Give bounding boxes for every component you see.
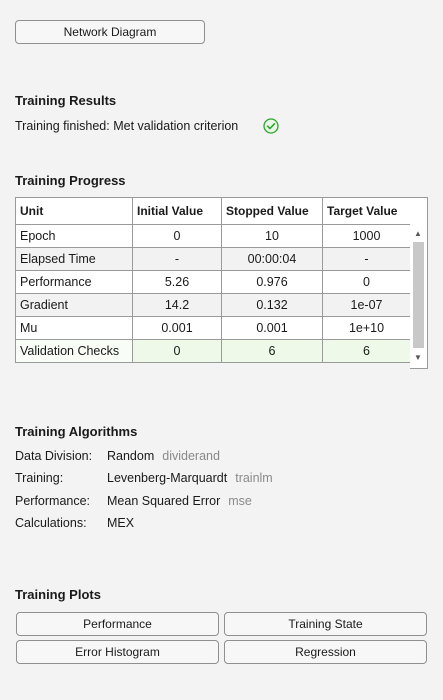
check-circle-icon <box>263 118 279 134</box>
row-initial-value: 0 <box>132 339 222 363</box>
calculations-value: MEX <box>107 516 134 530</box>
scrollbar-thumb[interactable] <box>413 242 424 348</box>
performance-plot-button[interactable]: Performance <box>16 612 219 636</box>
calculations-label: Calculations: <box>15 516 87 530</box>
training-state-plot-button[interactable]: Training State <box>224 612 427 636</box>
training-value: Levenberg-Marquardt trainlm <box>107 471 273 485</box>
column-header-initial: Initial Value <box>132 197 222 225</box>
training-status-text: Training finished: Met validation criter… <box>15 119 239 133</box>
calculations-method: MEX <box>107 516 135 530</box>
training-progress-table: Unit Initial Value Stopped Value Target … <box>15 197 411 363</box>
training-algorithms-title: Training Algorithms <box>15 424 138 439</box>
table-row: Mu 0.001 0.001 1e+10 <box>15 316 411 340</box>
row-unit: Mu <box>15 316 133 340</box>
network-diagram-button[interactable]: Network Diagram <box>15 20 205 44</box>
scroll-up-arrow-icon[interactable]: ▲ <box>414 229 422 238</box>
row-initial-value: - <box>132 247 222 271</box>
table-row: Gradient 14.2 0.132 1e-07 <box>15 293 411 317</box>
performance-function: mse <box>228 494 252 508</box>
row-target-value: - <box>322 247 411 271</box>
row-target-value: 1000 <box>322 224 411 248</box>
table-row: Epoch 0 10 1000 <box>15 224 411 248</box>
row-unit: Performance <box>15 270 133 294</box>
data-division-method: Random <box>107 449 155 463</box>
scroll-down-arrow-icon[interactable]: ▼ <box>414 353 422 362</box>
training-function: trainlm <box>235 471 273 485</box>
performance-method: Mean Squared Error <box>107 494 221 508</box>
training-label: Training: <box>15 471 64 485</box>
performance-value: Mean Squared Error mse <box>107 494 252 508</box>
row-stopped-value: 0.132 <box>221 293 323 317</box>
row-stopped-value: 10 <box>221 224 323 248</box>
row-unit: Validation Checks <box>15 339 133 363</box>
table-header-row: Unit Initial Value Stopped Value Target … <box>15 197 411 225</box>
training-method: Levenberg-Marquardt <box>107 471 228 485</box>
data-division-value: Random dividerand <box>107 449 220 463</box>
column-header-stopped: Stopped Value <box>221 197 323 225</box>
performance-label: Performance: <box>15 494 91 508</box>
row-target-value: 1e+10 <box>322 316 411 340</box>
training-plots-title: Training Plots <box>15 587 101 602</box>
column-header-unit: Unit <box>15 197 133 225</box>
row-unit: Elapsed Time <box>15 247 133 271</box>
table-row: Elapsed Time - 00:00:04 - <box>15 247 411 271</box>
data-division-label: Data Division: <box>15 449 93 463</box>
table-row: Performance 5.26 0.976 0 <box>15 270 411 294</box>
error-histogram-plot-button[interactable]: Error Histogram <box>16 640 219 664</box>
row-stopped-value: 0.001 <box>221 316 323 340</box>
row-target-value: 6 <box>322 339 411 363</box>
row-initial-value: 14.2 <box>132 293 222 317</box>
row-target-value: 1e-07 <box>322 293 411 317</box>
row-initial-value: 0.001 <box>132 316 222 340</box>
row-target-value: 0 <box>322 270 411 294</box>
row-stopped-value: 6 <box>221 339 323 363</box>
row-unit: Gradient <box>15 293 133 317</box>
table-scrollbar[interactable]: ▲ ▼ <box>410 197 428 369</box>
row-stopped-value: 0.976 <box>221 270 323 294</box>
row-initial-value: 0 <box>132 224 222 248</box>
training-progress-title: Training Progress <box>15 173 126 188</box>
row-unit: Epoch <box>15 224 133 248</box>
regression-plot-button[interactable]: Regression <box>224 640 427 664</box>
row-initial-value: 5.26 <box>132 270 222 294</box>
row-stopped-value: 00:00:04 <box>221 247 323 271</box>
data-division-function: dividerand <box>162 449 220 463</box>
table-row: Validation Checks 0 6 6 <box>15 339 411 363</box>
training-results-title: Training Results <box>15 93 117 108</box>
column-header-target: Target Value <box>322 197 411 225</box>
